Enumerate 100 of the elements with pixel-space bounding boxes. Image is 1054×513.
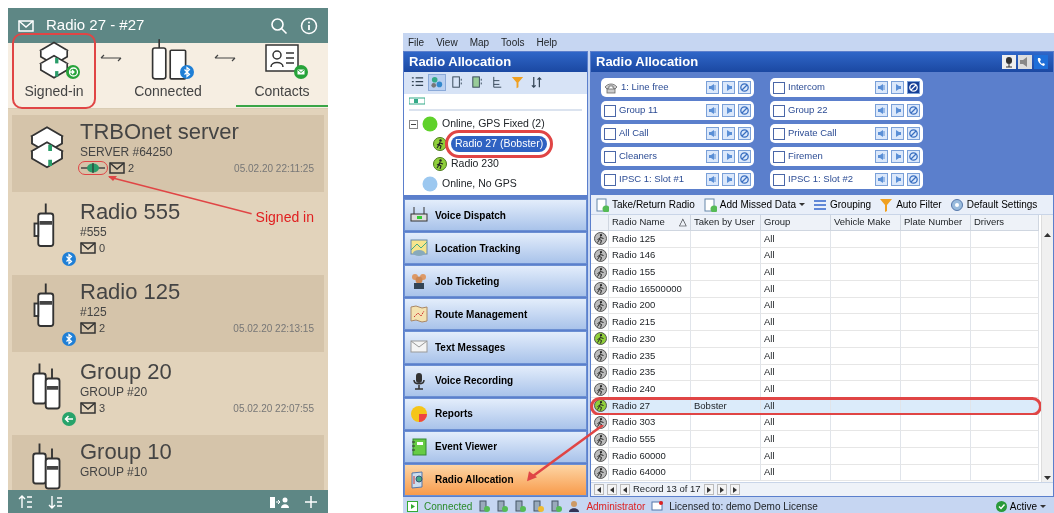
table-row[interactable]: Radio 27 Bobster All [591, 397, 1041, 415]
column-header[interactable]: Plate Number [901, 215, 971, 231]
speaker-button[interactable] [891, 127, 904, 140]
toolbar-button[interactable]: Auto Filter [879, 197, 942, 212]
nav-item[interactable]: Voice Dispatch [404, 199, 587, 232]
checkbox[interactable] [604, 127, 616, 140]
vertical-scrollbar[interactable] [1041, 215, 1053, 482]
talkgroup-item[interactable]: 1: Line free [601, 78, 754, 97]
checkbox[interactable] [773, 150, 785, 163]
talkgroup-item[interactable]: IPSC 1: Slot #2 [770, 170, 923, 189]
menu-item[interactable]: Map [469, 35, 490, 49]
pager-button[interactable] [703, 484, 714, 495]
tab[interactable]: Connected [122, 35, 214, 107]
block-button[interactable] [907, 127, 920, 140]
toolbar-button[interactable]: Grouping [813, 197, 872, 212]
expand-toggle[interactable] [409, 119, 418, 129]
pager-button[interactable] [594, 484, 604, 495]
nav-item[interactable]: Voice Recording [404, 364, 587, 397]
tree-item[interactable]: Online, No GPS [442, 176, 517, 192]
talkgroup-item[interactable]: Group 11 [601, 101, 754, 120]
speaker-button[interactable] [891, 104, 904, 117]
block-button[interactable] [907, 104, 920, 117]
checkbox[interactable] [773, 81, 785, 94]
block-button[interactable] [907, 150, 920, 163]
contact-item[interactable]: Radio 125 #125 2 05.02.20 22:13:15 [12, 275, 324, 352]
pager-button[interactable] [620, 484, 630, 495]
block-button[interactable] [738, 81, 751, 94]
column-header[interactable]: Vehicle Make [831, 215, 901, 231]
table-row[interactable]: Radio 240 All [591, 381, 1041, 398]
contact-item[interactable]: Group 20 GROUP #20 3 05.02.20 22:07:55 [12, 355, 324, 432]
checkbox[interactable] [773, 104, 785, 117]
menu-item[interactable]: View [436, 35, 458, 49]
block-button[interactable] [738, 173, 751, 186]
speaker-button[interactable] [875, 127, 888, 140]
speaker-button[interactable] [891, 173, 904, 186]
speaker-button[interactable] [875, 104, 888, 117]
speaker-button[interactable] [706, 127, 719, 140]
microphone-icon[interactable] [1002, 55, 1016, 69]
nav-item[interactable]: Route Management [404, 298, 587, 331]
block-button[interactable] [738, 150, 751, 163]
block-button[interactable] [738, 104, 751, 117]
talkgroup-item[interactable]: All Call [601, 124, 754, 143]
menu-item[interactable]: Help [536, 35, 557, 49]
plus-icon[interactable] [304, 494, 318, 509]
column-header[interactable]: Group [761, 215, 831, 231]
speaker-button[interactable] [722, 104, 735, 117]
speaker-button[interactable] [875, 150, 888, 163]
sort-list-icon[interactable] [48, 493, 64, 510]
sort-alphabetical-icon[interactable] [18, 493, 34, 510]
speaker-button[interactable] [891, 150, 904, 163]
speaker-button[interactable] [722, 127, 735, 140]
speaker-button[interactable] [706, 150, 719, 163]
contact-item[interactable]: Radio 555 Signed in #555 0 [12, 195, 324, 272]
talkgroup-item[interactable]: Intercom [770, 78, 923, 97]
tab[interactable]: Contacts [236, 35, 328, 107]
up-arrow-icon[interactable] [1044, 233, 1051, 237]
pager-button[interactable] [729, 484, 740, 495]
column-header[interactable]: Taken by User [691, 215, 761, 231]
search-icon[interactable] [270, 16, 288, 35]
toolbar-button[interactable]: Take/Return Radio [595, 197, 695, 212]
phone-icon[interactable] [1034, 55, 1048, 69]
talkgroup-item[interactable]: Cleaners [601, 147, 754, 166]
talkgroup-item[interactable]: Private Call [770, 124, 923, 143]
table-row[interactable]: Radio 230 All [591, 331, 1041, 348]
nav-item[interactable]: Event Viewer [404, 430, 587, 463]
contact-item[interactable]: Group 10 GROUP #10 [12, 435, 324, 490]
speaker-button[interactable] [722, 150, 735, 163]
table-row[interactable]: Radio 125 All [591, 231, 1041, 248]
status-menu[interactable]: Active [991, 498, 1050, 513]
tree-item[interactable]: Radio 230 [451, 156, 499, 172]
speaker-button[interactable] [875, 173, 888, 186]
speaker-button[interactable] [706, 173, 719, 186]
nav-item[interactable]: Location Tracking [404, 232, 587, 265]
menu-item[interactable]: Tools [501, 35, 525, 49]
info-icon[interactable] [300, 16, 318, 35]
nav-item[interactable]: Job Ticketing [404, 265, 587, 298]
toolbar-button[interactable]: Add Missed Data [702, 197, 805, 212]
block-button[interactable] [738, 127, 751, 140]
checkbox[interactable] [604, 150, 616, 163]
nav-item[interactable]: Text Messages [404, 331, 587, 364]
table-row[interactable]: Radio 155 All [591, 264, 1041, 282]
column-header[interactable]: Drivers [971, 215, 1039, 231]
speaker-button[interactable] [706, 104, 719, 117]
speaker-button[interactable] [706, 81, 719, 94]
menu-item[interactable]: File [408, 35, 425, 49]
toolbar-button[interactable]: Default Settings [949, 197, 1038, 212]
talkgroup-item[interactable]: IPSC 1: Slot #1 [601, 170, 754, 189]
pager-button[interactable] [716, 484, 727, 495]
tree-item[interactable]: Online, GPS Fixed (2) [442, 116, 545, 132]
pager-button[interactable] [607, 484, 617, 495]
nav-item[interactable]: Radio Allocation [404, 463, 587, 496]
speaker-button[interactable] [722, 81, 735, 94]
speaker-button[interactable] [875, 81, 888, 94]
checkbox[interactable] [604, 104, 616, 117]
talkgroup-item[interactable]: Group 22 [770, 101, 923, 120]
table-row[interactable]: Radio 555 All [591, 431, 1041, 448]
checkbox[interactable] [773, 127, 785, 140]
block-button[interactable] [907, 81, 920, 94]
tab[interactable]: Signed-in [14, 35, 94, 107]
contact-item[interactable]: TRBOnet server SERVER #64250 2 05.02.20 22:11:25 [12, 115, 324, 192]
